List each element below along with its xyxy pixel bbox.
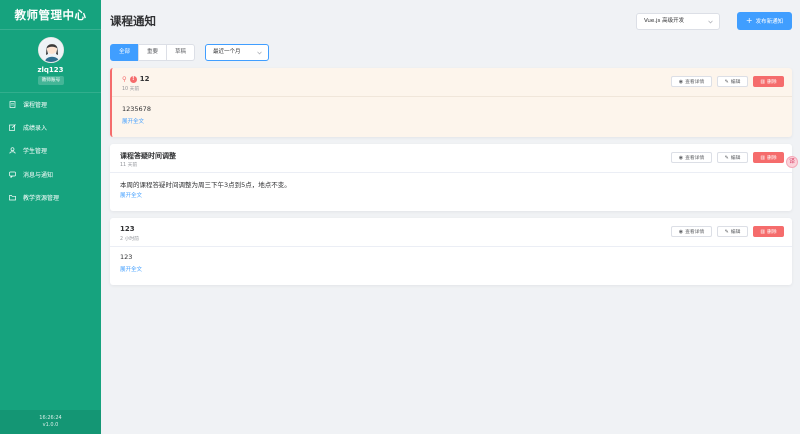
- view-details-label: 查看详情: [685, 230, 705, 235]
- view-details-button[interactable]: ◉ 查看详情: [671, 76, 712, 87]
- edit-button[interactable]: ✎ 编辑: [717, 76, 748, 87]
- plus-icon: +: [745, 16, 753, 25]
- delete-button[interactable]: ▥ 删除: [753, 76, 784, 87]
- delete-label: 删除: [767, 156, 777, 161]
- edit-icon: [9, 124, 16, 132]
- time-range-value: 最近一个月: [213, 49, 241, 55]
- sidebar-item-label: 课程管理: [23, 102, 48, 110]
- notice-time: 2 小时前: [120, 237, 139, 242]
- sidebar: 教师管理中心 zlq123 教师账号 课程管理 成绩录入 学生管理 消息与通知 …: [0, 0, 101, 434]
- notice-card-header: ⚲ ! 12 10 天前 ◉ 查看详情 ✎ 编辑 ▥ 删除: [112, 68, 792, 97]
- sidebar-item-course-management[interactable]: 课程管理: [0, 93, 101, 116]
- pencil-icon: ✎: [724, 78, 729, 85]
- notice-body: 123: [120, 253, 133, 261]
- expand-link[interactable]: 展开全文: [120, 265, 142, 273]
- urgent-icon: !: [129, 75, 137, 83]
- eye-icon: ◉: [678, 228, 684, 235]
- avatar-image-icon: [39, 38, 63, 62]
- page-title: 课程通知: [110, 14, 156, 28]
- pin-icon: ⚲: [122, 75, 127, 83]
- view-details-label: 查看详情: [685, 156, 705, 161]
- view-details-button[interactable]: ◉ 查看详情: [671, 226, 712, 237]
- tab-drafts[interactable]: 草稿: [166, 44, 195, 61]
- sidebar-item-messages[interactable]: 消息与通知: [0, 163, 101, 186]
- message-icon: [9, 171, 16, 178]
- trash-icon: ▥: [760, 154, 766, 161]
- notice-body: 本周的课程答疑时间调整为周三下午3点到5点，地点不变。: [120, 181, 291, 189]
- course-select[interactable]: Vue.js 高级开发: [636, 13, 720, 30]
- sidebar-footer: 16:26:24 v1.0.0: [0, 410, 101, 434]
- delete-label: 删除: [767, 230, 777, 235]
- notice-title-row: 课程答疑时间调整: [120, 151, 176, 161]
- notice-time: 11 天前: [120, 163, 138, 168]
- notice-actions: ◉ 查看详情 ✎ 编辑 ▥ 删除: [666, 152, 784, 163]
- brand-title: 教师管理中心: [14, 8, 87, 22]
- chevron-down-icon: [257, 51, 262, 55]
- sidebar-item-teaching-resources[interactable]: 教学资源管理: [0, 186, 101, 209]
- translate-float-button[interactable]: 译: [786, 156, 798, 168]
- folder-icon: [9, 194, 16, 201]
- notice-title-row: 123: [120, 225, 135, 233]
- divider: [0, 29, 101, 30]
- notice-card-header: 123 2 小时前 ◉ 查看详情 ✎ 编辑 ▥ 删除: [110, 218, 792, 247]
- notice-body: 1235678: [122, 105, 151, 113]
- notice-card: 课程答疑时间调整 11 天前 ◉ 查看详情 ✎ 编辑 ▥ 删除 本周的课程答疑时间调整…: [110, 144, 792, 211]
- document-icon: [9, 101, 16, 108]
- view-details-label: 查看详情: [685, 80, 705, 85]
- edit-label: 编辑: [730, 80, 741, 85]
- view-details-button[interactable]: ◉ 查看详情: [671, 152, 712, 163]
- notice-card: ⚲ ! 12 10 天前 ◉ 查看详情 ✎ 编辑 ▥ 删除 1235678 展开全文: [110, 68, 792, 137]
- tab-all[interactable]: 全部: [110, 44, 139, 61]
- expand-link[interactable]: 展开全文: [120, 191, 142, 199]
- notice-actions: ◉ 查看详情 ✎ 编辑 ▥ 删除: [666, 226, 784, 237]
- users-icon: [9, 147, 16, 155]
- avatar[interactable]: [38, 37, 64, 63]
- role-badge: 教师账号: [38, 76, 64, 85]
- notice-title: 12: [139, 75, 150, 83]
- publish-notice-button[interactable]: + 发布新通知: [737, 12, 792, 30]
- trash-icon: ▥: [760, 228, 766, 235]
- tab-important[interactable]: 重要: [138, 44, 167, 61]
- sidebar-item-label: 消息与通知: [23, 171, 54, 179]
- eye-icon: ◉: [678, 78, 684, 85]
- edit-button[interactable]: ✎ 编辑: [717, 226, 748, 237]
- notice-time: 10 天前: [122, 87, 140, 92]
- username: zlq123: [37, 66, 64, 74]
- course-select-value: Vue.js 高级开发: [644, 18, 685, 24]
- sidebar-item-student-management[interactable]: 学生管理: [0, 139, 101, 162]
- expand-link[interactable]: 展开全文: [122, 117, 144, 125]
- edit-label: 编辑: [730, 156, 741, 161]
- notice-actions: ◉ 查看详情 ✎ 编辑 ▥ 删除: [666, 76, 784, 87]
- edit-label: 编辑: [730, 230, 741, 235]
- clock-time: 16:26:24: [39, 415, 62, 421]
- chevron-down-icon: [708, 20, 713, 24]
- notice-title: 123: [120, 225, 135, 233]
- delete-label: 删除: [767, 80, 777, 85]
- app-version: v1.0.0: [42, 422, 59, 428]
- notice-card-header: 课程答疑时间调整 11 天前 ◉ 查看详情 ✎ 编辑 ▥ 删除: [110, 144, 792, 173]
- sidebar-menu: 课程管理 成绩录入 学生管理 消息与通知 教学资源管理: [0, 93, 101, 209]
- eye-icon: ◉: [678, 154, 684, 161]
- sidebar-item-label: 成绩录入: [23, 125, 48, 133]
- trash-icon: ▥: [760, 78, 766, 85]
- delete-button[interactable]: ▥ 删除: [753, 152, 784, 163]
- publish-notice-label: 发布新通知: [755, 19, 784, 25]
- sidebar-item-label: 学生管理: [23, 148, 48, 156]
- sidebar-item-grade-entry[interactable]: 成绩录入: [0, 116, 101, 139]
- delete-button[interactable]: ▥ 删除: [753, 226, 784, 237]
- pencil-icon: ✎: [724, 228, 729, 235]
- filter-tabs: 全部 重要 草稿: [110, 44, 195, 61]
- notice-card: 123 2 小时前 ◉ 查看详情 ✎ 编辑 ▥ 删除 123 展开全文: [110, 218, 792, 285]
- time-range-select[interactable]: 最近一个月: [205, 44, 269, 61]
- pencil-icon: ✎: [724, 154, 729, 161]
- sidebar-item-label: 教学资源管理: [23, 194, 60, 202]
- edit-button[interactable]: ✎ 编辑: [717, 152, 748, 163]
- notice-title: 课程答疑时间调整: [120, 152, 176, 160]
- notice-title-row: ⚲ ! 12: [122, 75, 150, 83]
